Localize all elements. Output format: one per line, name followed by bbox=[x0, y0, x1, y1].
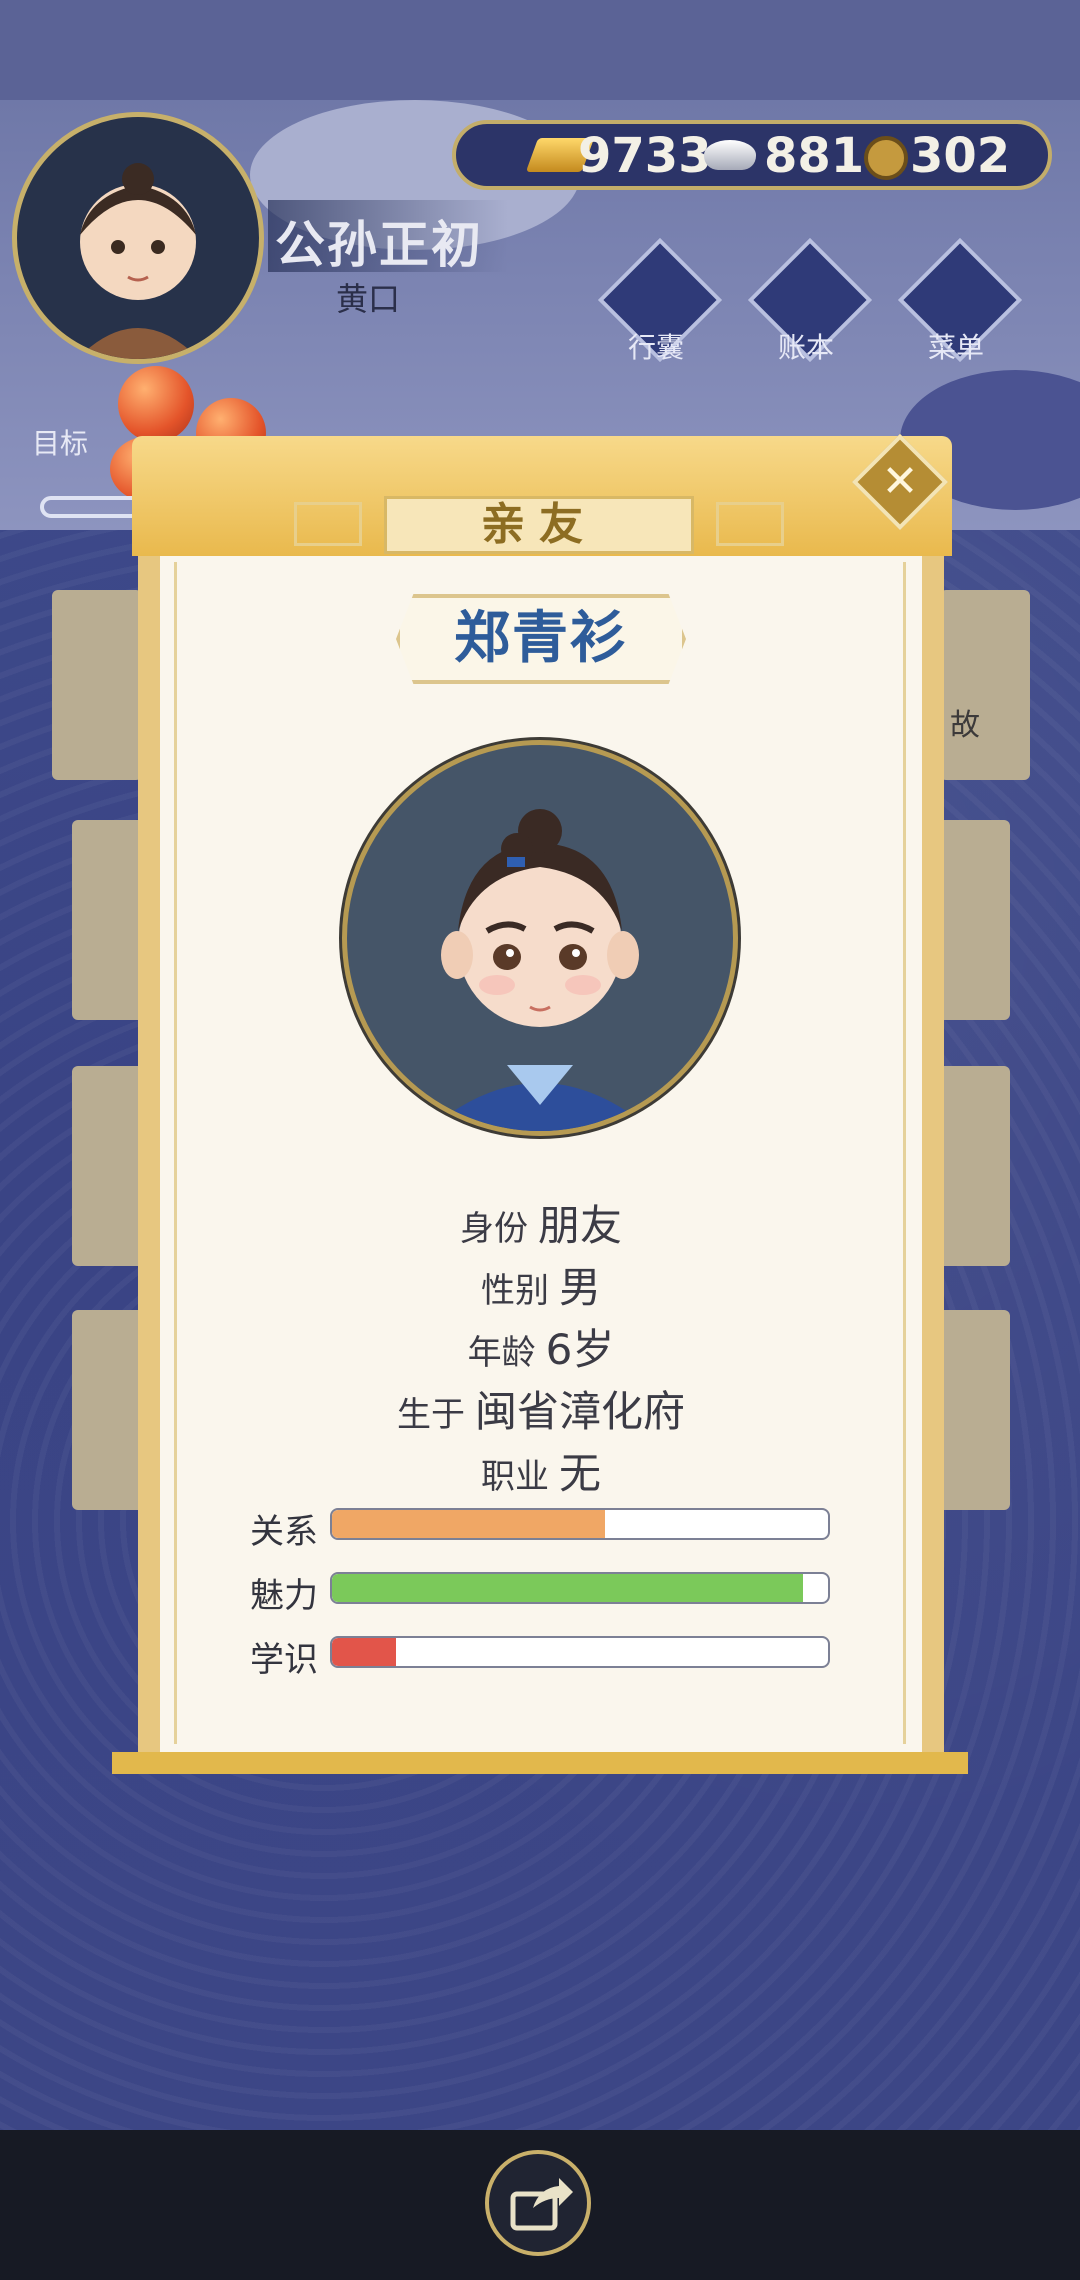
player-avatar[interactable] bbox=[12, 112, 264, 364]
share-icon bbox=[510, 2178, 573, 2231]
background-card-right bbox=[940, 590, 1030, 780]
menu-main-label[interactable]: 菜单 bbox=[928, 326, 984, 366]
stat-knowledge-fill bbox=[332, 1638, 397, 1666]
friend-avatar-icon bbox=[427, 809, 653, 1131]
header-side-panel-left bbox=[294, 502, 362, 546]
silver-ingot-icon bbox=[704, 140, 756, 170]
gold-value: 9733 bbox=[578, 128, 712, 184]
player-name: 公孙正初 bbox=[275, 216, 483, 274]
player-title: 黄口 bbox=[336, 280, 401, 318]
stat-charm-fill bbox=[332, 1574, 804, 1602]
friend-portrait bbox=[342, 740, 738, 1136]
stat-charm-bar bbox=[330, 1572, 830, 1604]
silver-value: 881 bbox=[764, 128, 865, 184]
info-gender-label: 性别 bbox=[480, 1271, 549, 1311]
info-gender-value: 男 bbox=[558, 1263, 601, 1312]
menu-bag-label[interactable]: 行囊 bbox=[628, 326, 684, 366]
info-occupation-value: 无 bbox=[558, 1449, 601, 1498]
stat-relationship-label: 关系 bbox=[250, 1512, 318, 1552]
stat-relationship-bar bbox=[330, 1508, 830, 1540]
background-card-right-text: 故 bbox=[950, 708, 980, 743]
info-age-label: 年龄 bbox=[467, 1333, 536, 1373]
info-age: 年龄 6岁 bbox=[160, 1316, 922, 1377]
info-occupation-label: 职业 bbox=[480, 1457, 549, 1497]
info-gender: 性别男 bbox=[160, 1254, 922, 1315]
info-identity-value: 朋友 bbox=[537, 1201, 622, 1250]
info-identity: 身份 朋友 bbox=[160, 1192, 922, 1253]
stat-charm-label: 魅力 bbox=[250, 1576, 318, 1616]
stat-relationship-fill bbox=[332, 1510, 605, 1538]
candied-fruit-icon bbox=[118, 366, 194, 442]
header-side-panel-right bbox=[716, 502, 784, 546]
modal-footer-rod bbox=[112, 1752, 968, 1774]
info-age-value: 6岁 bbox=[545, 1325, 615, 1374]
stat-knowledge-bar bbox=[330, 1636, 830, 1668]
goal-label[interactable]: 目标 bbox=[32, 422, 88, 462]
player-portrait-icon bbox=[77, 163, 199, 359]
info-identity-label: 身份 bbox=[459, 1209, 528, 1249]
info-birthplace-label: 生于 bbox=[396, 1395, 465, 1435]
status-bar-area bbox=[0, 0, 1080, 100]
share-button[interactable] bbox=[485, 2150, 591, 2256]
stat-knowledge-label: 学识 bbox=[250, 1640, 318, 1680]
info-birthplace-value: 闽省漳化府 bbox=[474, 1387, 685, 1436]
coins-value: 302 bbox=[910, 128, 1011, 184]
close-icon[interactable]: ✕ bbox=[866, 448, 934, 516]
copper-coin-icon bbox=[864, 136, 908, 180]
friend-name: 郑青衫 bbox=[454, 606, 628, 671]
info-occupation: 职业无 bbox=[160, 1440, 922, 1501]
background-card-left bbox=[52, 590, 142, 780]
menu-ledger-label[interactable]: 账本 bbox=[778, 326, 834, 366]
modal-title: 亲友 bbox=[481, 499, 597, 550]
info-birthplace: 生于 闽省漳化府 bbox=[160, 1378, 922, 1439]
